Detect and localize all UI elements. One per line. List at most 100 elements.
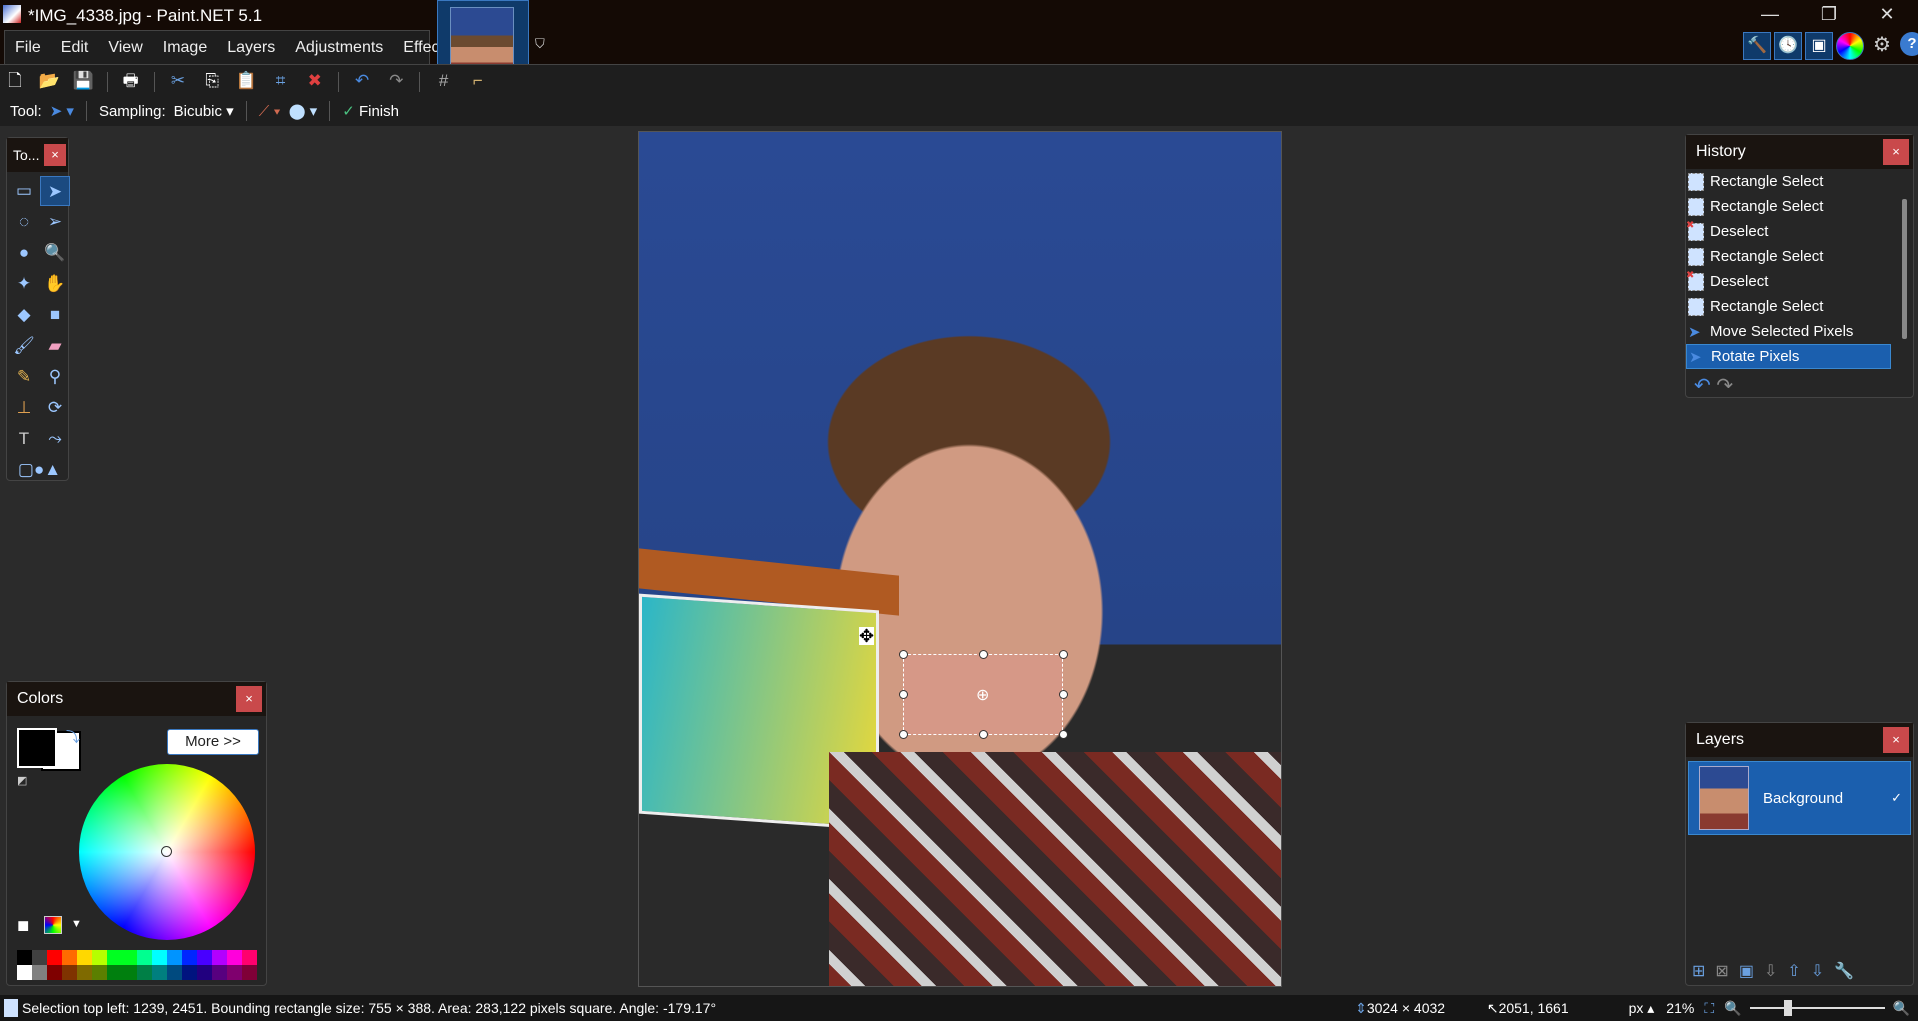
cut-icon[interactable]: ✂: [167, 70, 189, 92]
redo-icon[interactable]: ↷: [385, 70, 407, 92]
restore-button[interactable]: ❐: [1814, 4, 1844, 25]
crop-icon[interactable]: ⌗: [270, 70, 292, 92]
open-folder-icon[interactable]: 📂: [38, 70, 60, 92]
palette-swatch[interactable]: [92, 950, 107, 965]
paint-bucket-icon[interactable]: ◆: [9, 300, 39, 330]
more-colors-button[interactable]: More >>: [167, 729, 259, 755]
palette-swatch[interactable]: [47, 950, 62, 965]
palette-swatch[interactable]: [17, 965, 32, 980]
palette-swatch[interactable]: [77, 950, 92, 965]
history-item[interactable]: Deselect: [1686, 219, 1891, 244]
line-curve-icon[interactable]: ⤳: [40, 424, 70, 454]
pencil-icon[interactable]: ✎: [9, 362, 39, 392]
palette-swatch[interactable]: [32, 950, 47, 965]
clone-stamp-icon[interactable]: ⊥: [9, 393, 39, 423]
gradient-icon[interactable]: ■: [40, 300, 70, 330]
colors-close-button[interactable]: ×: [236, 686, 262, 712]
palette-swatch[interactable]: [197, 965, 212, 980]
save-icon[interactable]: 💾: [72, 70, 94, 92]
sampling-dropdown[interactable]: Bicubic ▾: [174, 102, 234, 120]
paintbrush-icon[interactable]: 🖌: [9, 331, 39, 361]
palette-swatch[interactable]: [212, 950, 227, 965]
tools-toggle-hammer-icon[interactable]: 🔨: [1743, 32, 1771, 60]
rotate-center-icon[interactable]: ⊕: [976, 685, 989, 705]
palette-swatch[interactable]: [77, 965, 92, 980]
palette-swatch[interactable]: [242, 965, 257, 980]
menu-adjustments[interactable]: Adjustments: [285, 39, 393, 57]
resize-handle[interactable]: [899, 730, 908, 739]
selection-mode-dropdown-icon[interactable]: ⬤ ▾: [289, 102, 317, 120]
resize-handle[interactable]: [899, 690, 908, 699]
history-toggle-clock-icon[interactable]: 🕓: [1774, 32, 1802, 60]
layer-properties-icon[interactable]: 🔧: [1834, 961, 1854, 981]
units-dropdown[interactable]: px ▴: [1629, 1000, 1655, 1017]
palette-swatch[interactable]: [167, 965, 182, 980]
zoom-slider[interactable]: [1749, 998, 1885, 1018]
palette-swatch[interactable]: [152, 950, 167, 965]
antialias-dropdown-icon[interactable]: ⟋ ▾: [259, 103, 281, 120]
menu-file[interactable]: File: [5, 39, 51, 57]
tool-selector[interactable]: ➤ ▾: [50, 102, 74, 120]
color-wheel-cursor[interactable]: [161, 846, 172, 857]
delete-layer-icon[interactable]: ⊠: [1715, 961, 1728, 981]
ellipse-select-icon[interactable]: ●: [9, 238, 39, 268]
history-item[interactable]: Rectangle Select: [1686, 244, 1891, 269]
palette-swatch[interactable]: [122, 965, 137, 980]
resize-handle[interactable]: [979, 730, 988, 739]
magic-wand-icon[interactable]: ✦: [9, 269, 39, 299]
palette-swatch[interactable]: [122, 950, 137, 965]
grid-icon[interactable]: #: [433, 70, 455, 92]
history-item[interactable]: Deselect: [1686, 269, 1891, 294]
selection-rectangle[interactable]: ⊕: [899, 650, 1068, 739]
palette-swatch[interactable]: [137, 965, 152, 980]
colors-toggle-icon[interactable]: [1836, 32, 1864, 60]
text-icon[interactable]: T: [9, 424, 39, 454]
palette-swatch[interactable]: [17, 950, 32, 965]
palette-swatch[interactable]: [212, 965, 227, 980]
ruler-icon[interactable]: ⌐: [467, 70, 489, 92]
merge-layer-down-icon[interactable]: ⇩: [1764, 961, 1777, 981]
history-item[interactable]: ➤ Rotate Pixels: [1686, 344, 1891, 369]
palette-dropdown-chevron-icon[interactable]: ▼: [71, 918, 82, 930]
palette-swatch[interactable]: [107, 965, 122, 980]
menu-layers[interactable]: Layers: [217, 39, 285, 57]
add-color-icon[interactable]: ◼: [17, 916, 29, 934]
layers-toggle-icon[interactable]: ▣: [1805, 32, 1833, 60]
help-icon[interactable]: ?: [1900, 32, 1918, 56]
palette-swatch[interactable]: [242, 950, 257, 965]
close-button[interactable]: ✕: [1872, 4, 1902, 25]
resize-handle[interactable]: [1059, 730, 1068, 739]
palette-swatch[interactable]: [137, 950, 152, 965]
history-undo-icon[interactable]: ↶: [1694, 375, 1711, 397]
menu-edit[interactable]: Edit: [51, 39, 99, 57]
tools-close-button[interactable]: ×: [44, 144, 66, 166]
history-item[interactable]: Rectangle Select: [1686, 294, 1891, 319]
color-wheel[interactable]: [79, 764, 255, 940]
palette-swatch[interactable]: [62, 950, 77, 965]
print-icon[interactable]: 🖶: [120, 70, 142, 92]
zoom-to-window-icon[interactable]: ⛶: [1704, 1000, 1714, 1017]
palette-swatch[interactable]: [227, 965, 242, 980]
history-item[interactable]: ➤ Move Selected Pixels: [1686, 319, 1891, 344]
reset-colors-icon[interactable]: ◩: [17, 774, 27, 787]
resize-handle[interactable]: [899, 650, 908, 659]
undo-icon[interactable]: ↶: [351, 70, 373, 92]
layer-visibility-checkbox[interactable]: ✓: [1891, 790, 1902, 806]
shapes-icon[interactable]: ▢●▲: [9, 455, 70, 485]
history-scrollbar[interactable]: [1902, 199, 1907, 339]
resize-handle[interactable]: [979, 650, 988, 659]
image-canvas[interactable]: ⊕ ✥: [638, 131, 1282, 987]
palette-swatch[interactable]: [197, 950, 212, 965]
move-selection-icon[interactable]: ➢: [40, 207, 70, 237]
zoom-value[interactable]: 21%: [1666, 1000, 1694, 1016]
pan-hand-icon[interactable]: ✋: [40, 269, 70, 299]
layer-item[interactable]: Background ✓: [1688, 761, 1911, 835]
move-selected-pixels-icon[interactable]: ➤: [40, 176, 70, 206]
palette-swatch[interactable]: [167, 950, 182, 965]
history-redo-icon[interactable]: ↷: [1716, 375, 1733, 397]
palette-swatch[interactable]: [182, 950, 197, 965]
palette-swatch[interactable]: [92, 965, 107, 980]
history-item[interactable]: Rectangle Select: [1686, 194, 1891, 219]
duplicate-layer-icon[interactable]: ▣: [1739, 961, 1754, 981]
add-layer-icon[interactable]: ⊞: [1692, 961, 1705, 981]
